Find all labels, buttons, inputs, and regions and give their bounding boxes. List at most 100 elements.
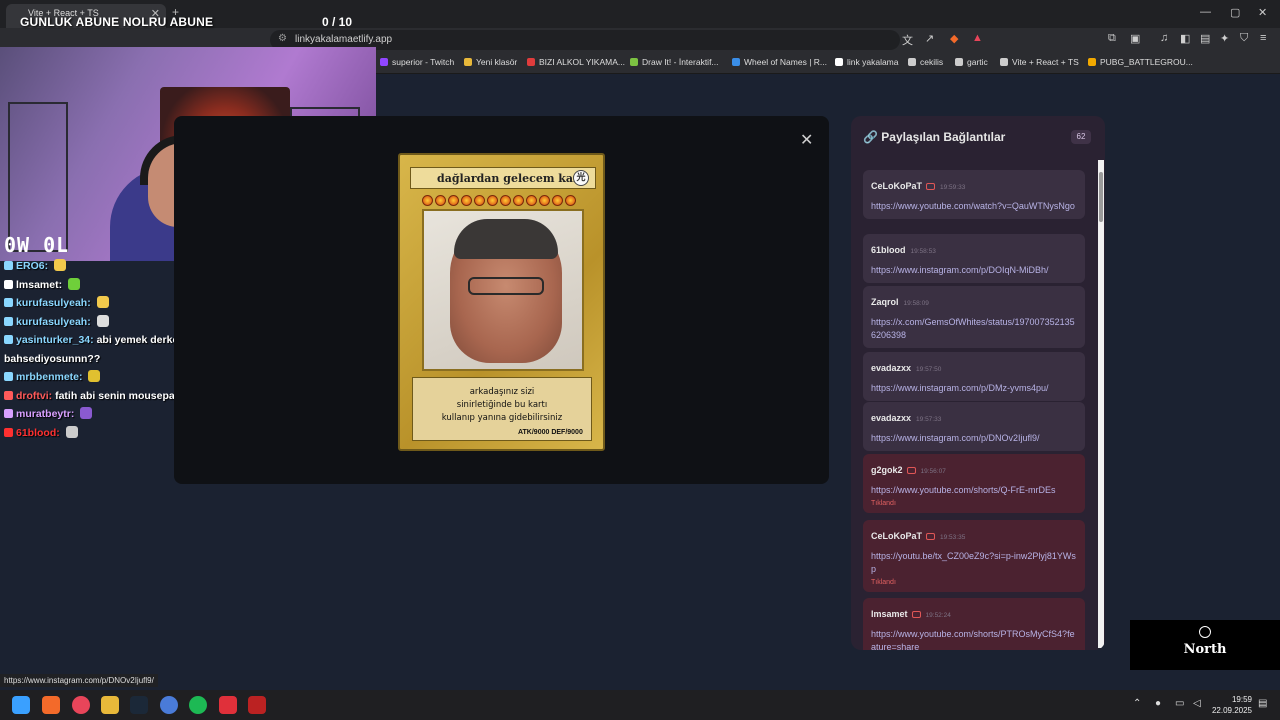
wallet-icon[interactable]: ▤ [1200,32,1210,45]
translate-icon[interactable]: 文 [902,32,913,48]
address-host-tail: etlify.app [352,34,393,45]
minimize-icon[interactable]: — [1200,6,1211,18]
shared-link-item[interactable]: lmsamet 19:52:24 https://www.youtube.com/s… [863,598,1085,650]
link-icon: 🔗 [863,130,878,144]
clock-date: 22.09.2025 [1211,706,1252,715]
card-level-star-icon [461,195,472,206]
extensions-icon[interactable]: ⧉ [1108,32,1116,45]
card-text-line1: arkadaşınız sizi [469,387,535,397]
bookmark-label: cekilis [920,57,944,67]
link-username: evadazxx [871,413,912,423]
bookmark-item[interactable]: Vite + React + TS [1000,57,1079,67]
bookmark-label: link yakalama [847,57,899,67]
link-timestamp: 19:57:33 [916,416,942,423]
scroll-thumb[interactable] [1099,172,1103,222]
bookmark-favicon-icon [630,58,638,66]
panel-scrollbar[interactable] [1098,160,1104,648]
spotify-taskbar-icon[interactable] [189,696,207,714]
link-username: g2gok2 [871,465,903,475]
media-icon[interactable]: ♫ [1160,32,1168,44]
chat-badge-icon [4,372,13,381]
shared-link-item[interactable]: evadazxx 19:57:33 https://www.instagram.co… [863,402,1085,451]
link-url[interactable]: https://www.youtube.com/shorts/Q-FrE-mrD… [871,484,1077,497]
link-url[interactable]: https://www.instagram.com/p/DNOv2Ijufl9/ [871,432,1077,445]
youtube-icon [911,611,921,618]
bookmark-item[interactable]: cekilis [908,57,943,67]
chat-badge-icon [4,409,13,418]
bookmark-favicon-icon [380,58,388,66]
recorder-taskbar-icon[interactable] [219,696,237,714]
card-hair [454,219,558,259]
chat-emote-icon [96,314,109,327]
card-level-star-icon [500,195,511,206]
tray-chevron-icon[interactable]: ⌃ [1133,698,1141,709]
share-icon[interactable]: ↗ [925,32,934,45]
bookmark-item[interactable]: Draw It! - İnteraktif... [630,57,719,67]
shared-link-item[interactable]: CeLoKoPaT 19:53:35 https://youtu.be/tx_CZ0… [863,520,1085,592]
shared-link-item[interactable]: evadazxx 19:57:50 https://www.instagram.co… [863,352,1085,401]
chat-badge-icon [4,427,13,437]
maximize-icon[interactable]: ▢ [1230,6,1240,19]
link-username: evadazxx [871,363,912,373]
card-artwork [422,209,584,371]
bookmark-item[interactable]: gartic [955,57,988,67]
volume-icon[interactable]: ◁ [1193,698,1201,709]
reader-icon[interactable]: ◧ [1180,32,1190,45]
card-text-line2: sinirletiğinde bu kartı [456,400,548,410]
bookmark-favicon-icon [835,58,843,66]
link-url[interactable]: https://youtu.be/tx_CZ00eZ9c?si=p-inw2Pl… [871,550,1077,576]
link-url[interactable]: https://www.youtube.com/shorts/PTROsMyCf… [871,628,1077,650]
link-timestamp: 19:56:07 [920,468,946,475]
leo-icon[interactable]: ✦ [1220,32,1229,45]
steam-taskbar-icon[interactable] [130,696,148,714]
taskbar-clock[interactable]: 19:59 22.09.2025 [1212,694,1252,716]
app-taskbar-icon[interactable] [160,696,178,714]
card-level-star-icon [565,195,576,206]
link-url[interactable]: https://www.instagram.com/p/DOIqN-MiDBh/ [871,264,1077,277]
window-close-icon[interactable]: ✕ [1258,6,1267,19]
bookmark-item[interactable]: Wheel of Names | R... [732,57,827,67]
rewards-icon[interactable]: ▲ [972,32,983,44]
shared-link-item[interactable]: 61blood 19:58:53 https://www.instagram.com… [863,234,1085,283]
card-text-line3: kullanıp yanına gidebilirsiniz [441,413,563,423]
sidebar-icon[interactable]: ▣ [1130,32,1140,45]
bookmark-item[interactable]: Yeni klasör [464,57,517,67]
voicemeeter-taskbar-icon[interactable] [248,696,266,714]
chat-badge-icon [4,316,13,326]
shared-link-item[interactable]: CeLoKoPaT 19:59:33 https://www.youtube.com… [863,170,1085,219]
brave-shield-icon[interactable]: ◆ [950,32,958,45]
bookmark-item[interactable]: link yakalama [835,57,899,67]
chat-badge-icon [4,261,13,270]
chat-username: yasinturker_34: [16,334,94,346]
bookmark-favicon-icon [1000,58,1008,66]
meme-card: dağlardan gelecem kartı 光 arkadaşınız si… [398,153,605,451]
chat-username: mrbbenmete: [16,371,83,383]
card-stats: ATK/9000 DEF/9000 [518,429,583,436]
modal-close-icon[interactable]: ✕ [800,130,813,150]
bookmark-item[interactable]: superior - Twitch [380,57,454,67]
bookmark-favicon-icon [732,58,740,66]
menu-icon[interactable]: ≡ [1260,32,1266,44]
notification-icon[interactable]: ▤ [1258,698,1267,709]
bookmark-label: PUBG_BATTLEGROU... [1100,57,1193,67]
north-watermark: North [1130,620,1280,670]
windows-start-icon[interactable] [12,696,30,714]
explorer-taskbar-icon[interactable] [101,696,119,714]
shared-link-item[interactable]: g2gok2 19:56:07 https://www.youtube.com/sh… [863,454,1085,513]
clock-time: 19:59 [1231,695,1252,704]
bookmark-item[interactable]: PUBG_BATTLEGROU... [1088,57,1193,67]
brave-taskbar-icon[interactable] [42,696,60,714]
site-info-icon[interactable]: ⚙ [278,33,287,44]
bookmark-item[interactable]: BIZI ALKOL YIKAMA... [527,57,625,67]
link-url[interactable]: https://www.youtube.com/watch?v=QauWTNys… [871,200,1077,213]
network-icon[interactable]: ▭ [1175,698,1184,709]
panel-count-badge: 62 [1071,130,1091,144]
vpn-icon[interactable]: ⛉ [1240,32,1248,45]
shared-link-item[interactable]: Zaqrol 19:58:09 https://x.com/GemsOfWhites… [863,286,1085,348]
bookmark-label: Yeni klasör [476,57,518,67]
link-url[interactable]: https://x.com/GemsOfWhites/status/197007… [871,316,1077,342]
card-level-star-icon [513,195,524,206]
maps-taskbar-icon[interactable] [72,696,90,714]
mic-icon[interactable]: ● [1155,698,1161,709]
link-url[interactable]: https://www.instagram.com/p/DMz-yvms4pu/ [871,382,1077,395]
